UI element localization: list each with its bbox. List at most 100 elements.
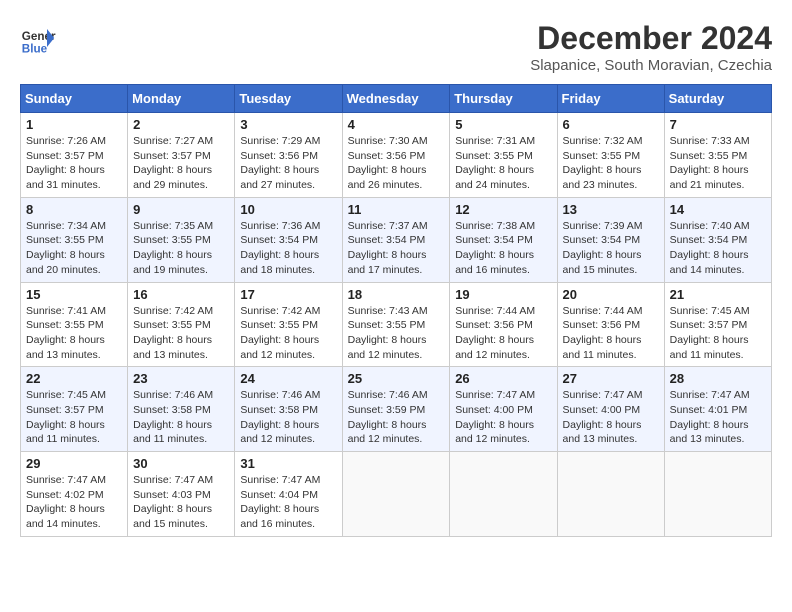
day-info: Sunrise: 7:46 AM Sunset: 3:58 PM Dayligh… [133, 388, 229, 447]
day-cell-23: 23 Sunrise: 7:46 AM Sunset: 3:58 PM Dayl… [128, 367, 235, 452]
day-number: 6 [563, 117, 659, 132]
day-info: Sunrise: 7:35 AM Sunset: 3:55 PM Dayligh… [133, 219, 229, 278]
day-number: 21 [670, 287, 766, 302]
day-info: Sunrise: 7:45 AM Sunset: 3:57 PM Dayligh… [26, 388, 122, 447]
day-info: Sunrise: 7:27 AM Sunset: 3:57 PM Dayligh… [133, 134, 229, 193]
day-number: 13 [563, 202, 659, 217]
header-friday: Friday [557, 85, 664, 113]
empty-cell [342, 452, 450, 537]
day-info: Sunrise: 7:47 AM Sunset: 4:00 PM Dayligh… [455, 388, 551, 447]
day-info: Sunrise: 7:45 AM Sunset: 3:57 PM Dayligh… [670, 304, 766, 363]
day-info: Sunrise: 7:39 AM Sunset: 3:54 PM Dayligh… [563, 219, 659, 278]
day-info: Sunrise: 7:38 AM Sunset: 3:54 PM Dayligh… [455, 219, 551, 278]
day-number: 4 [348, 117, 445, 132]
calendar-table: Sunday Monday Tuesday Wednesday Thursday… [20, 84, 772, 537]
day-number: 5 [455, 117, 551, 132]
title-block: December 2024 Slapanice, South Moravian,… [530, 20, 772, 74]
day-info: Sunrise: 7:47 AM Sunset: 4:04 PM Dayligh… [240, 473, 336, 532]
day-number: 20 [563, 287, 659, 302]
day-info: Sunrise: 7:46 AM Sunset: 3:59 PM Dayligh… [348, 388, 445, 447]
empty-cell [450, 452, 557, 537]
header-wednesday: Wednesday [342, 85, 450, 113]
day-cell-11: 11 Sunrise: 7:37 AM Sunset: 3:54 PM Dayl… [342, 197, 450, 282]
day-cell-28: 28 Sunrise: 7:47 AM Sunset: 4:01 PM Dayl… [664, 367, 771, 452]
day-info: Sunrise: 7:42 AM Sunset: 3:55 PM Dayligh… [240, 304, 336, 363]
day-cell-22: 22 Sunrise: 7:45 AM Sunset: 3:57 PM Dayl… [21, 367, 128, 452]
day-cell-1: 1 Sunrise: 7:26 AM Sunset: 3:57 PM Dayli… [21, 113, 128, 198]
day-info: Sunrise: 7:30 AM Sunset: 3:56 PM Dayligh… [348, 134, 445, 193]
day-info: Sunrise: 7:31 AM Sunset: 3:55 PM Dayligh… [455, 134, 551, 193]
logo-icon: General Blue [20, 20, 56, 56]
day-cell-8: 8 Sunrise: 7:34 AM Sunset: 3:55 PM Dayli… [21, 197, 128, 282]
day-number: 17 [240, 287, 336, 302]
day-info: Sunrise: 7:41 AM Sunset: 3:55 PM Dayligh… [26, 304, 122, 363]
day-number: 30 [133, 456, 229, 471]
page-header: General Blue December 2024 Slapanice, So… [20, 20, 772, 74]
day-cell-27: 27 Sunrise: 7:47 AM Sunset: 4:00 PM Dayl… [557, 367, 664, 452]
day-info: Sunrise: 7:47 AM Sunset: 4:02 PM Dayligh… [26, 473, 122, 532]
day-info: Sunrise: 7:43 AM Sunset: 3:55 PM Dayligh… [348, 304, 445, 363]
day-cell-7: 7 Sunrise: 7:33 AM Sunset: 3:55 PM Dayli… [664, 113, 771, 198]
day-cell-16: 16 Sunrise: 7:42 AM Sunset: 3:55 PM Dayl… [128, 282, 235, 367]
day-info: Sunrise: 7:32 AM Sunset: 3:55 PM Dayligh… [563, 134, 659, 193]
day-info: Sunrise: 7:33 AM Sunset: 3:55 PM Dayligh… [670, 134, 766, 193]
header-tuesday: Tuesday [235, 85, 342, 113]
day-number: 28 [670, 371, 766, 386]
day-number: 19 [455, 287, 551, 302]
day-cell-9: 9 Sunrise: 7:35 AM Sunset: 3:55 PM Dayli… [128, 197, 235, 282]
day-number: 11 [348, 202, 445, 217]
week-row-2: 8 Sunrise: 7:34 AM Sunset: 3:55 PM Dayli… [21, 197, 772, 282]
day-cell-6: 6 Sunrise: 7:32 AM Sunset: 3:55 PM Dayli… [557, 113, 664, 198]
day-cell-13: 13 Sunrise: 7:39 AM Sunset: 3:54 PM Dayl… [557, 197, 664, 282]
day-cell-3: 3 Sunrise: 7:29 AM Sunset: 3:56 PM Dayli… [235, 113, 342, 198]
header-thursday: Thursday [450, 85, 557, 113]
day-cell-12: 12 Sunrise: 7:38 AM Sunset: 3:54 PM Dayl… [450, 197, 557, 282]
day-number: 1 [26, 117, 122, 132]
day-number: 22 [26, 371, 122, 386]
day-cell-26: 26 Sunrise: 7:47 AM Sunset: 4:00 PM Dayl… [450, 367, 557, 452]
day-number: 26 [455, 371, 551, 386]
week-row-4: 22 Sunrise: 7:45 AM Sunset: 3:57 PM Dayl… [21, 367, 772, 452]
location-title: Slapanice, South Moravian, Czechia [530, 57, 772, 74]
day-info: Sunrise: 7:36 AM Sunset: 3:54 PM Dayligh… [240, 219, 336, 278]
month-title: December 2024 [530, 20, 772, 57]
day-number: 3 [240, 117, 336, 132]
day-cell-24: 24 Sunrise: 7:46 AM Sunset: 3:58 PM Dayl… [235, 367, 342, 452]
header-sunday: Sunday [21, 85, 128, 113]
day-number: 8 [26, 202, 122, 217]
day-info: Sunrise: 7:26 AM Sunset: 3:57 PM Dayligh… [26, 134, 122, 193]
day-number: 31 [240, 456, 336, 471]
day-number: 12 [455, 202, 551, 217]
logo: General Blue [20, 20, 56, 56]
day-cell-14: 14 Sunrise: 7:40 AM Sunset: 3:54 PM Dayl… [664, 197, 771, 282]
day-number: 15 [26, 287, 122, 302]
day-info: Sunrise: 7:47 AM Sunset: 4:00 PM Dayligh… [563, 388, 659, 447]
day-number: 14 [670, 202, 766, 217]
week-row-5: 29 Sunrise: 7:47 AM Sunset: 4:02 PM Dayl… [21, 452, 772, 537]
day-cell-19: 19 Sunrise: 7:44 AM Sunset: 3:56 PM Dayl… [450, 282, 557, 367]
day-info: Sunrise: 7:29 AM Sunset: 3:56 PM Dayligh… [240, 134, 336, 193]
day-cell-15: 15 Sunrise: 7:41 AM Sunset: 3:55 PM Dayl… [21, 282, 128, 367]
svg-text:Blue: Blue [22, 42, 48, 55]
day-cell-29: 29 Sunrise: 7:47 AM Sunset: 4:02 PM Dayl… [21, 452, 128, 537]
day-cell-21: 21 Sunrise: 7:45 AM Sunset: 3:57 PM Dayl… [664, 282, 771, 367]
day-info: Sunrise: 7:37 AM Sunset: 3:54 PM Dayligh… [348, 219, 445, 278]
day-cell-30: 30 Sunrise: 7:47 AM Sunset: 4:03 PM Dayl… [128, 452, 235, 537]
day-cell-18: 18 Sunrise: 7:43 AM Sunset: 3:55 PM Dayl… [342, 282, 450, 367]
day-cell-17: 17 Sunrise: 7:42 AM Sunset: 3:55 PM Dayl… [235, 282, 342, 367]
day-number: 10 [240, 202, 336, 217]
day-info: Sunrise: 7:46 AM Sunset: 3:58 PM Dayligh… [240, 388, 336, 447]
day-cell-31: 31 Sunrise: 7:47 AM Sunset: 4:04 PM Dayl… [235, 452, 342, 537]
day-info: Sunrise: 7:34 AM Sunset: 3:55 PM Dayligh… [26, 219, 122, 278]
empty-cell [557, 452, 664, 537]
header-saturday: Saturday [664, 85, 771, 113]
week-row-3: 15 Sunrise: 7:41 AM Sunset: 3:55 PM Dayl… [21, 282, 772, 367]
day-info: Sunrise: 7:44 AM Sunset: 3:56 PM Dayligh… [563, 304, 659, 363]
day-cell-4: 4 Sunrise: 7:30 AM Sunset: 3:56 PM Dayli… [342, 113, 450, 198]
empty-cell [664, 452, 771, 537]
day-number: 2 [133, 117, 229, 132]
day-info: Sunrise: 7:47 AM Sunset: 4:03 PM Dayligh… [133, 473, 229, 532]
day-number: 18 [348, 287, 445, 302]
day-number: 23 [133, 371, 229, 386]
day-cell-10: 10 Sunrise: 7:36 AM Sunset: 3:54 PM Dayl… [235, 197, 342, 282]
